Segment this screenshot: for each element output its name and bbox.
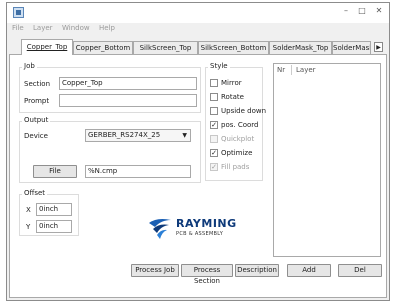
- pos-coord-checkbox[interactable]: ✓: [210, 121, 218, 129]
- file-input[interactable]: %N.cmp: [85, 165, 191, 178]
- menu-file[interactable]: File: [12, 24, 24, 32]
- tab-bar: Copper_Top Copper_Bottom SilkScreen_Top …: [7, 39, 389, 55]
- checkmark-icon: ✓: [211, 163, 217, 171]
- process-job-button[interactable]: Process Job: [131, 264, 179, 277]
- prompt-label: Prompt: [24, 97, 50, 105]
- mirror-checkbox[interactable]: [210, 79, 218, 87]
- column-nr-header[interactable]: Nr: [277, 66, 285, 74]
- menu-window[interactable]: Window: [62, 24, 90, 32]
- app-icon: [13, 7, 24, 18]
- output-group-title: Output: [22, 116, 51, 124]
- upside-down-label: Upside down: [221, 107, 267, 115]
- checkmark-icon: ✓: [211, 149, 217, 157]
- rayming-logo: RAYMING PCB & ASSEMBLY: [147, 215, 247, 243]
- offset-y-label: Y: [26, 223, 31, 231]
- layer-list[interactable]: Nr Layer: [273, 63, 381, 257]
- logo-tagline: PCB & ASSEMBLY: [176, 231, 224, 237]
- job-group-title: Job: [22, 62, 37, 70]
- menu-bar: File Layer Window Help: [7, 23, 389, 35]
- tab-copper-top[interactable]: Copper_Top: [21, 39, 73, 55]
- checkmark-icon: ✓: [211, 121, 217, 129]
- optimize-label: Optimize: [221, 149, 253, 157]
- prompt-input[interactable]: [59, 94, 197, 107]
- description-button[interactable]: Description: [235, 264, 279, 277]
- del-button[interactable]: Del: [338, 264, 382, 277]
- offset-y-input[interactable]: 0inch: [36, 220, 72, 233]
- quickplot-checkbox: [210, 135, 218, 143]
- device-select[interactable]: GERBER_RS274X_25 ▼: [85, 129, 191, 142]
- tab-soldermask-top[interactable]: SolderMask_Top: [269, 41, 332, 54]
- style-group-title: Style: [208, 62, 230, 70]
- optimize-checkbox[interactable]: ✓: [210, 149, 218, 157]
- device-label: Device: [24, 132, 48, 140]
- close-button[interactable]: ✕: [373, 6, 385, 16]
- column-layer-header[interactable]: Layer: [296, 66, 316, 74]
- rotate-checkbox[interactable]: [210, 93, 218, 101]
- mirror-label: Mirror: [221, 79, 242, 87]
- rotate-label: Rotate: [221, 93, 244, 101]
- process-section-button[interactable]: Process Section: [181, 264, 233, 285]
- tab-soldermask-bottom[interactable]: SolderMask_: [332, 41, 371, 54]
- maximize-button[interactable]: □: [356, 6, 368, 16]
- logo-name: RAYMING: [176, 217, 237, 230]
- chevron-down-icon: ▼: [182, 132, 187, 139]
- add-button[interactable]: Add: [287, 264, 331, 277]
- offset-x-label: X: [26, 206, 31, 214]
- column-divider: [291, 65, 292, 75]
- offset-x-input[interactable]: 0inch: [36, 203, 72, 216]
- title-bar: – □ ✕: [7, 3, 389, 23]
- rayming-logo-icon: [149, 219, 171, 239]
- quickplot-label: Quickplot: [221, 135, 255, 143]
- fill-pads-checkbox: ✓: [210, 163, 218, 171]
- menu-layer[interactable]: Layer: [33, 24, 53, 32]
- pos-coord-label: pos. Coord: [221, 121, 259, 129]
- upside-down-checkbox[interactable]: [210, 107, 218, 115]
- file-button[interactable]: File: [33, 165, 77, 178]
- device-value: GERBER_RS274X_25: [88, 131, 161, 139]
- tab-scroll-right-icon[interactable]: ▶: [374, 42, 383, 52]
- tab-copper-bottom[interactable]: Copper_Bottom: [73, 41, 133, 54]
- section-label: Section: [24, 80, 51, 88]
- menu-help[interactable]: Help: [99, 24, 115, 32]
- fill-pads-label: Fill pads: [221, 163, 250, 171]
- app-window: – □ ✕ File Layer Window Help Copper_Top …: [6, 2, 390, 301]
- minimize-button[interactable]: –: [340, 6, 352, 16]
- tab-silkscreen-bottom[interactable]: SilkScreen_Bottom: [198, 41, 269, 54]
- tab-silkscreen-top[interactable]: SilkScreen_Top: [133, 41, 198, 54]
- section-input[interactable]: Copper_Top: [59, 77, 197, 90]
- offset-group-title: Offset: [22, 189, 48, 197]
